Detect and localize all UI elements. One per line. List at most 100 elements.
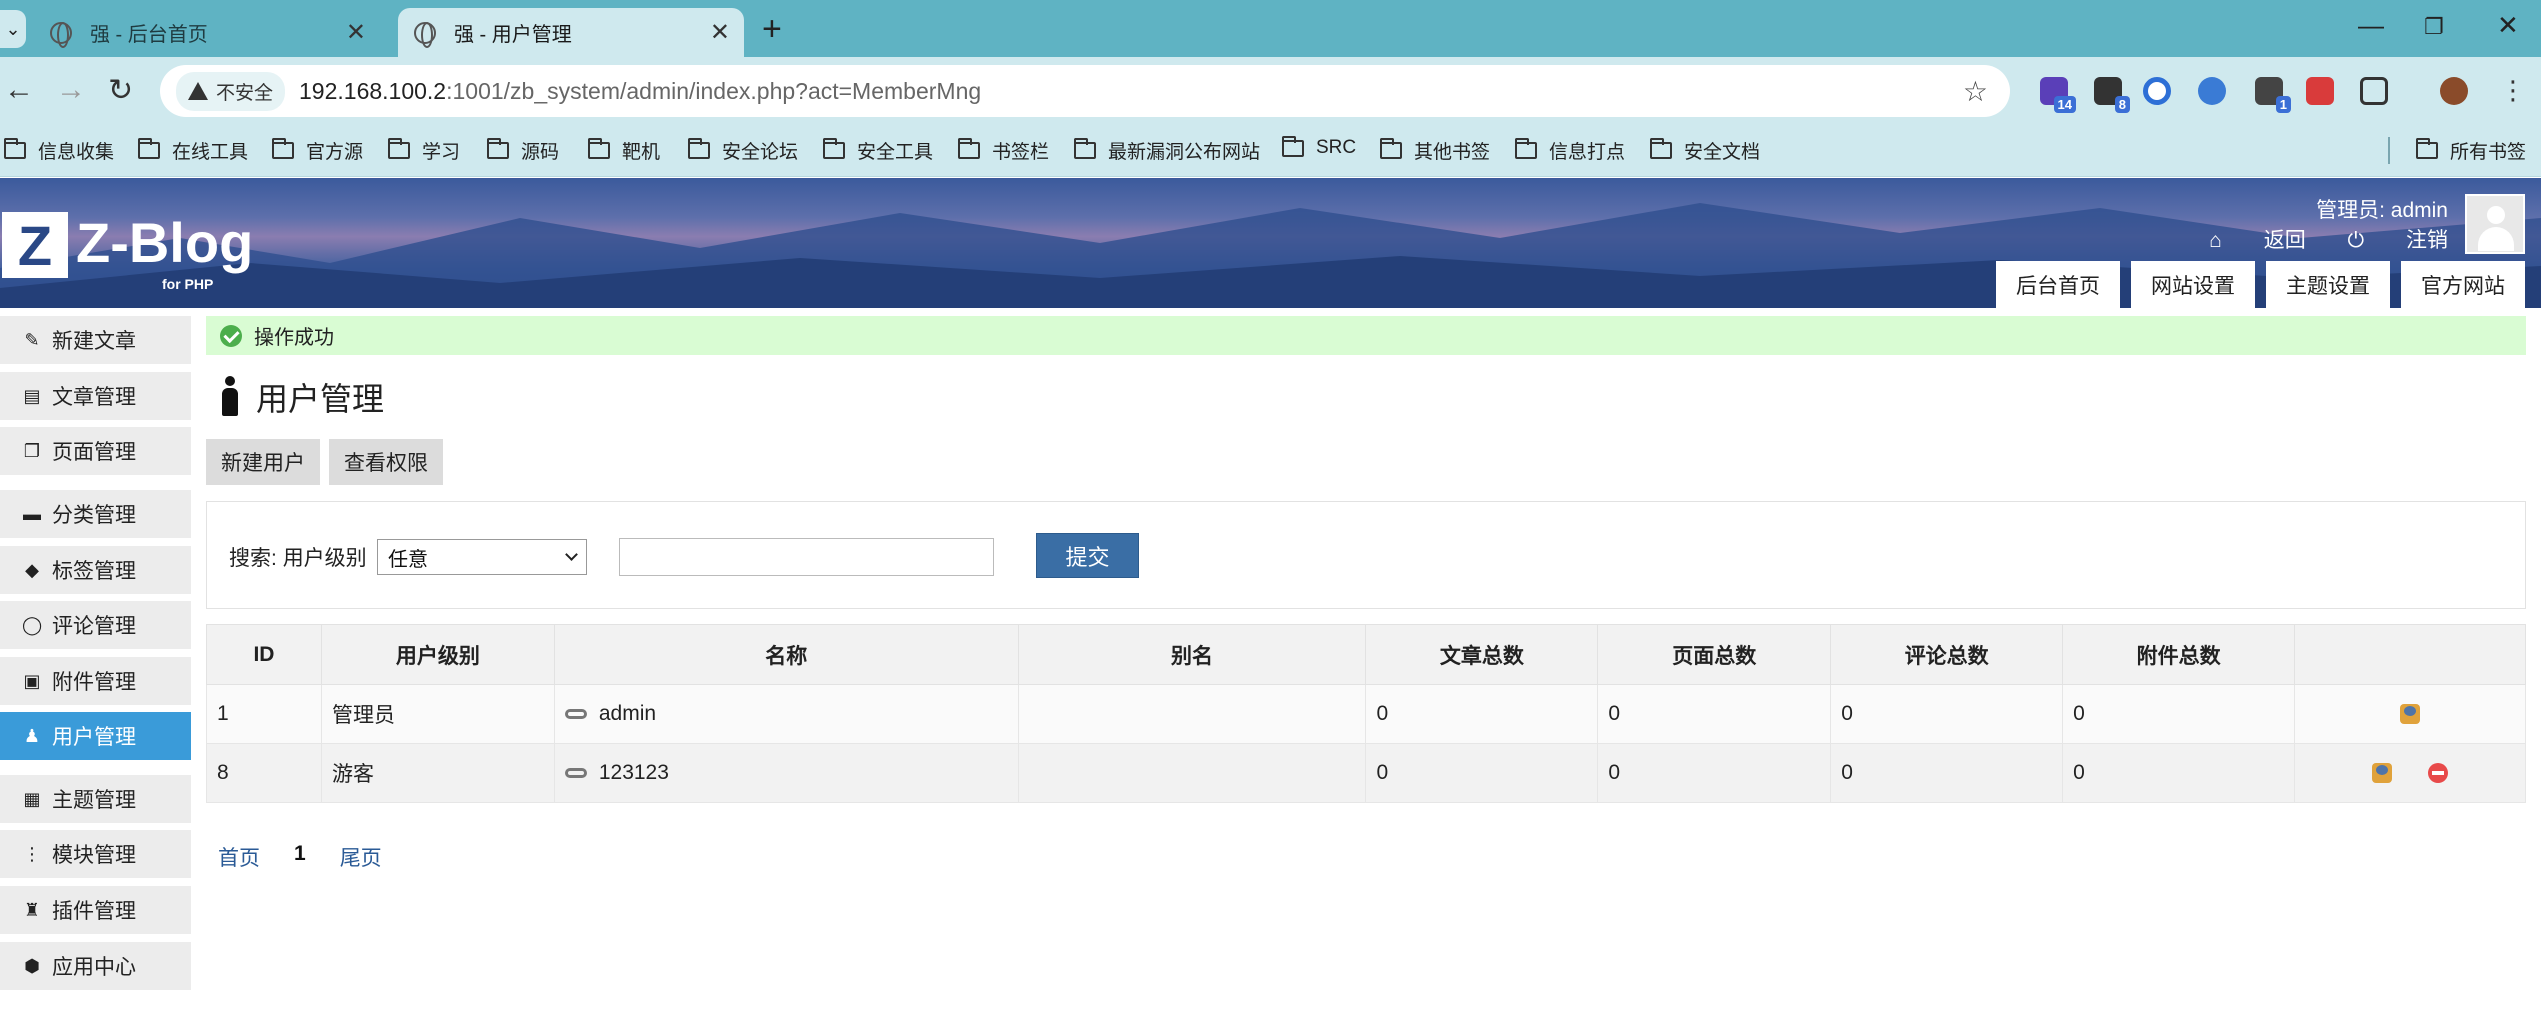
topnav-dashboard[interactable]: 后台首页 (1996, 261, 2120, 308)
edit-user-icon[interactable] (2372, 763, 2393, 784)
sidebar-item-categories[interactable]: ▬ 分类管理 (0, 490, 191, 538)
bookmark-folder[interactable]: 信息打点 (1515, 137, 1625, 164)
user-info: 管理员: admin ⌂ 返回 ⏻ 注销 (2173, 196, 2448, 256)
topnav-theme-settings[interactable]: 主题设置 (2266, 261, 2390, 308)
sidebar-item-users[interactable]: ♟ 用户管理 (0, 712, 191, 760)
sidebar-item-label: 文章管理 (52, 386, 136, 409)
bookmark-folder[interactable]: 源码 (487, 137, 559, 164)
cell-actions (2294, 684, 2526, 744)
forward-button[interactable]: → (56, 73, 86, 107)
cell-name[interactable]: 123123 (553, 743, 1019, 803)
bookmark-folder[interactable]: 书签栏 (958, 137, 1049, 164)
browser-tab-dashboard[interactable]: 强 - 后台首页 ✕ (34, 8, 380, 57)
page-title-text: 用户管理 (256, 381, 385, 417)
folder-icon (2416, 138, 2438, 159)
new-tab-button[interactable]: + (762, 10, 782, 49)
tab-title: 强 - 后台首页 (90, 24, 208, 46)
search-input[interactable] (619, 538, 994, 576)
cell-articles: 0 (1365, 743, 1599, 803)
extension-icon[interactable]: 1 (2255, 77, 2291, 113)
user-icon (220, 376, 240, 418)
column-header[interactable]: 名称 (553, 624, 1019, 685)
browser-tab-strip: ⌄ 强 - 后台首页 ✕ 强 - 用户管理 ✕ + — ❐ ✕ (0, 0, 2541, 57)
column-header[interactable]: 别名 (1017, 624, 1367, 685)
sidebar-item-label: 用户管理 (52, 726, 136, 749)
edit-user-icon[interactable] (2400, 704, 2421, 725)
first-page-link[interactable]: 首页 (218, 842, 260, 872)
new-user-button[interactable]: 新建用户 (206, 439, 320, 485)
extension-icon[interactable]: 14 (2040, 77, 2076, 113)
avatar[interactable] (2465, 194, 2525, 254)
extension-icon[interactable] (2306, 77, 2334, 105)
extension-icon[interactable] (2143, 77, 2171, 105)
puzzle-icon[interactable] (2360, 77, 2388, 105)
bookmark-folder[interactable]: 其他书签 (1380, 137, 1490, 164)
reload-button[interactable]: ↻ (108, 73, 133, 108)
view-permissions-button[interactable]: 查看权限 (329, 439, 443, 485)
last-page-link[interactable]: 尾页 (340, 842, 382, 872)
close-window-button[interactable]: ✕ (2497, 10, 2519, 41)
all-bookmarks[interactable]: 所有书签 (2388, 137, 2526, 164)
minimize-button[interactable]: — (2358, 10, 2384, 41)
close-icon[interactable]: ✕ (346, 18, 366, 47)
column-header-actions (2294, 624, 2526, 685)
bookmark-folder[interactable]: 信息收集 (4, 137, 114, 164)
logout-link[interactable]: ⏻ 注销 (2348, 229, 2448, 252)
sidebar-item-themes[interactable]: ▦ 主题管理 (0, 775, 191, 823)
cell-id: 1 (206, 684, 322, 744)
profile-avatar[interactable] (2440, 77, 2468, 105)
column-header[interactable]: 文章总数 (1365, 624, 1599, 685)
back-button[interactable]: ← (4, 73, 34, 107)
cell-articles: 0 (1365, 684, 1599, 744)
bookmark-folder[interactable]: 在线工具 (138, 137, 248, 164)
delete-user-icon[interactable] (2428, 763, 2449, 784)
bookmarks-bar: 信息收集 在线工具 官方源 学习 源码 靶机 安全论坛 安全工具 书签栏 最新漏… (0, 127, 2541, 177)
folder-icon (1380, 138, 1402, 159)
more-menu-icon[interactable]: ⋮ (2500, 75, 2526, 106)
submit-button[interactable]: 提交 (1036, 533, 1139, 578)
bookmark-folder[interactable]: 学习 (388, 137, 460, 164)
link-icon (564, 709, 587, 720)
current-page: 1 (294, 842, 306, 865)
bookmark-folder[interactable]: SRC (1282, 135, 1356, 159)
zblog-logo[interactable]: Z Z-Blog for PHP (2, 212, 253, 292)
column-header[interactable]: 附件总数 (2062, 624, 2296, 685)
cell-alias (1017, 684, 1367, 744)
tab-search-button[interactable]: ⌄ (0, 10, 26, 48)
bookmark-folder[interactable]: 安全工具 (823, 137, 933, 164)
topnav-site-settings[interactable]: 网站设置 (2131, 261, 2255, 308)
security-indicator[interactable]: 不安全 (176, 71, 286, 111)
extension-icon[interactable] (2198, 77, 2226, 105)
app-center-icon: ⬢ (24, 956, 40, 976)
sidebar-item-modules[interactable]: ⋮ 模块管理 (0, 830, 191, 878)
user-level-select[interactable]: 任意 (377, 539, 587, 575)
bookmark-folder[interactable]: 最新漏洞公布网站 (1074, 137, 1260, 164)
sidebar-item-app-center[interactable]: ⬢ 应用中心 (0, 942, 191, 990)
sidebar-item-tags[interactable]: ◆ 标签管理 (0, 546, 191, 594)
sidebar-item-plugins[interactable]: ♜ 插件管理 (0, 886, 191, 934)
bookmark-folder[interactable]: 安全论坛 (688, 137, 798, 164)
link-icon (564, 768, 587, 779)
extension-icon[interactable]: 8 (2094, 77, 2130, 113)
column-header[interactable]: ID (206, 624, 322, 685)
cell-name[interactable]: admin (553, 684, 1019, 744)
browser-tab-user-management[interactable]: 强 - 用户管理 ✕ (398, 8, 744, 57)
bookmark-folder[interactable]: 靶机 (588, 137, 660, 164)
sidebar-item-pages[interactable]: ❐ 页面管理 (0, 427, 191, 475)
sidebar-item-attachments[interactable]: ▣ 附件管理 (0, 657, 191, 705)
sidebar-item-articles[interactable]: ▤ 文章管理 (0, 372, 191, 420)
close-icon[interactable]: ✕ (710, 18, 730, 47)
sidebar-item-label: 插件管理 (52, 900, 136, 923)
restore-button[interactable]: ❐ (2424, 14, 2444, 40)
bookmark-folder[interactable]: 安全文档 (1650, 137, 1760, 164)
sidebar-item-new-article[interactable]: ✎ 新建文章 (0, 316, 191, 364)
bookmark-folder[interactable]: 官方源 (272, 137, 363, 164)
bookmark-star-icon[interactable]: ☆ (1963, 75, 1988, 108)
topnav-official-site[interactable]: 官方网站 (2401, 261, 2525, 308)
column-header[interactable]: 用户级别 (320, 624, 555, 685)
back-link[interactable]: ⌂ 返回 (2209, 229, 2306, 252)
sidebar-item-comments[interactable]: ◯ 评论管理 (0, 601, 191, 649)
address-bar[interactable]: 不安全 192.168.100.2:1001/zb_system/admin/i… (160, 65, 2010, 117)
column-header[interactable]: 页面总数 (1597, 624, 1832, 685)
column-header[interactable]: 评论总数 (1830, 624, 2064, 685)
